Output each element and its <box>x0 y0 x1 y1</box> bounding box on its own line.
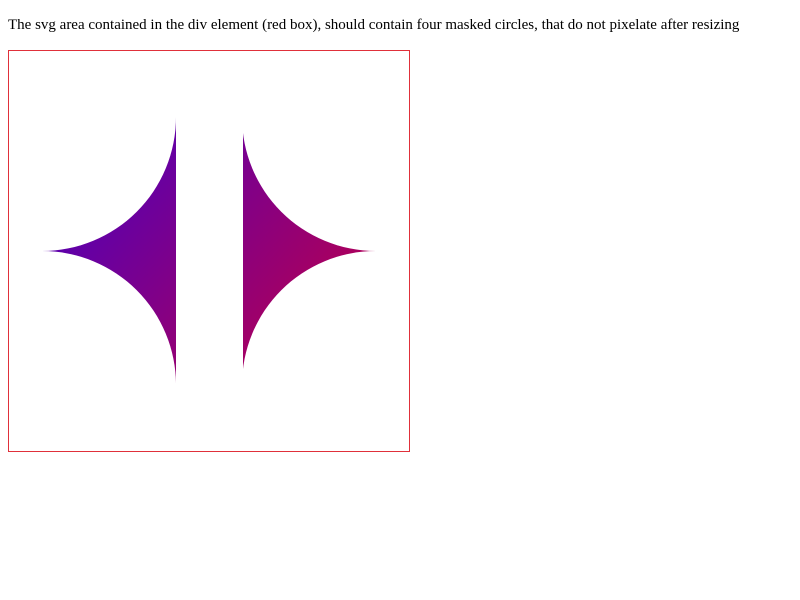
masked-circles-svg <box>42 117 377 385</box>
svg-container-box <box>8 50 410 452</box>
masked-shape-top-left <box>42 117 176 251</box>
intro-text: The svg area contained in the div elemen… <box>8 17 740 33</box>
masked-shape-bottom-right <box>243 251 377 385</box>
masked-shape-top-right <box>243 117 377 251</box>
masked-shape-bottom-left <box>42 251 176 385</box>
